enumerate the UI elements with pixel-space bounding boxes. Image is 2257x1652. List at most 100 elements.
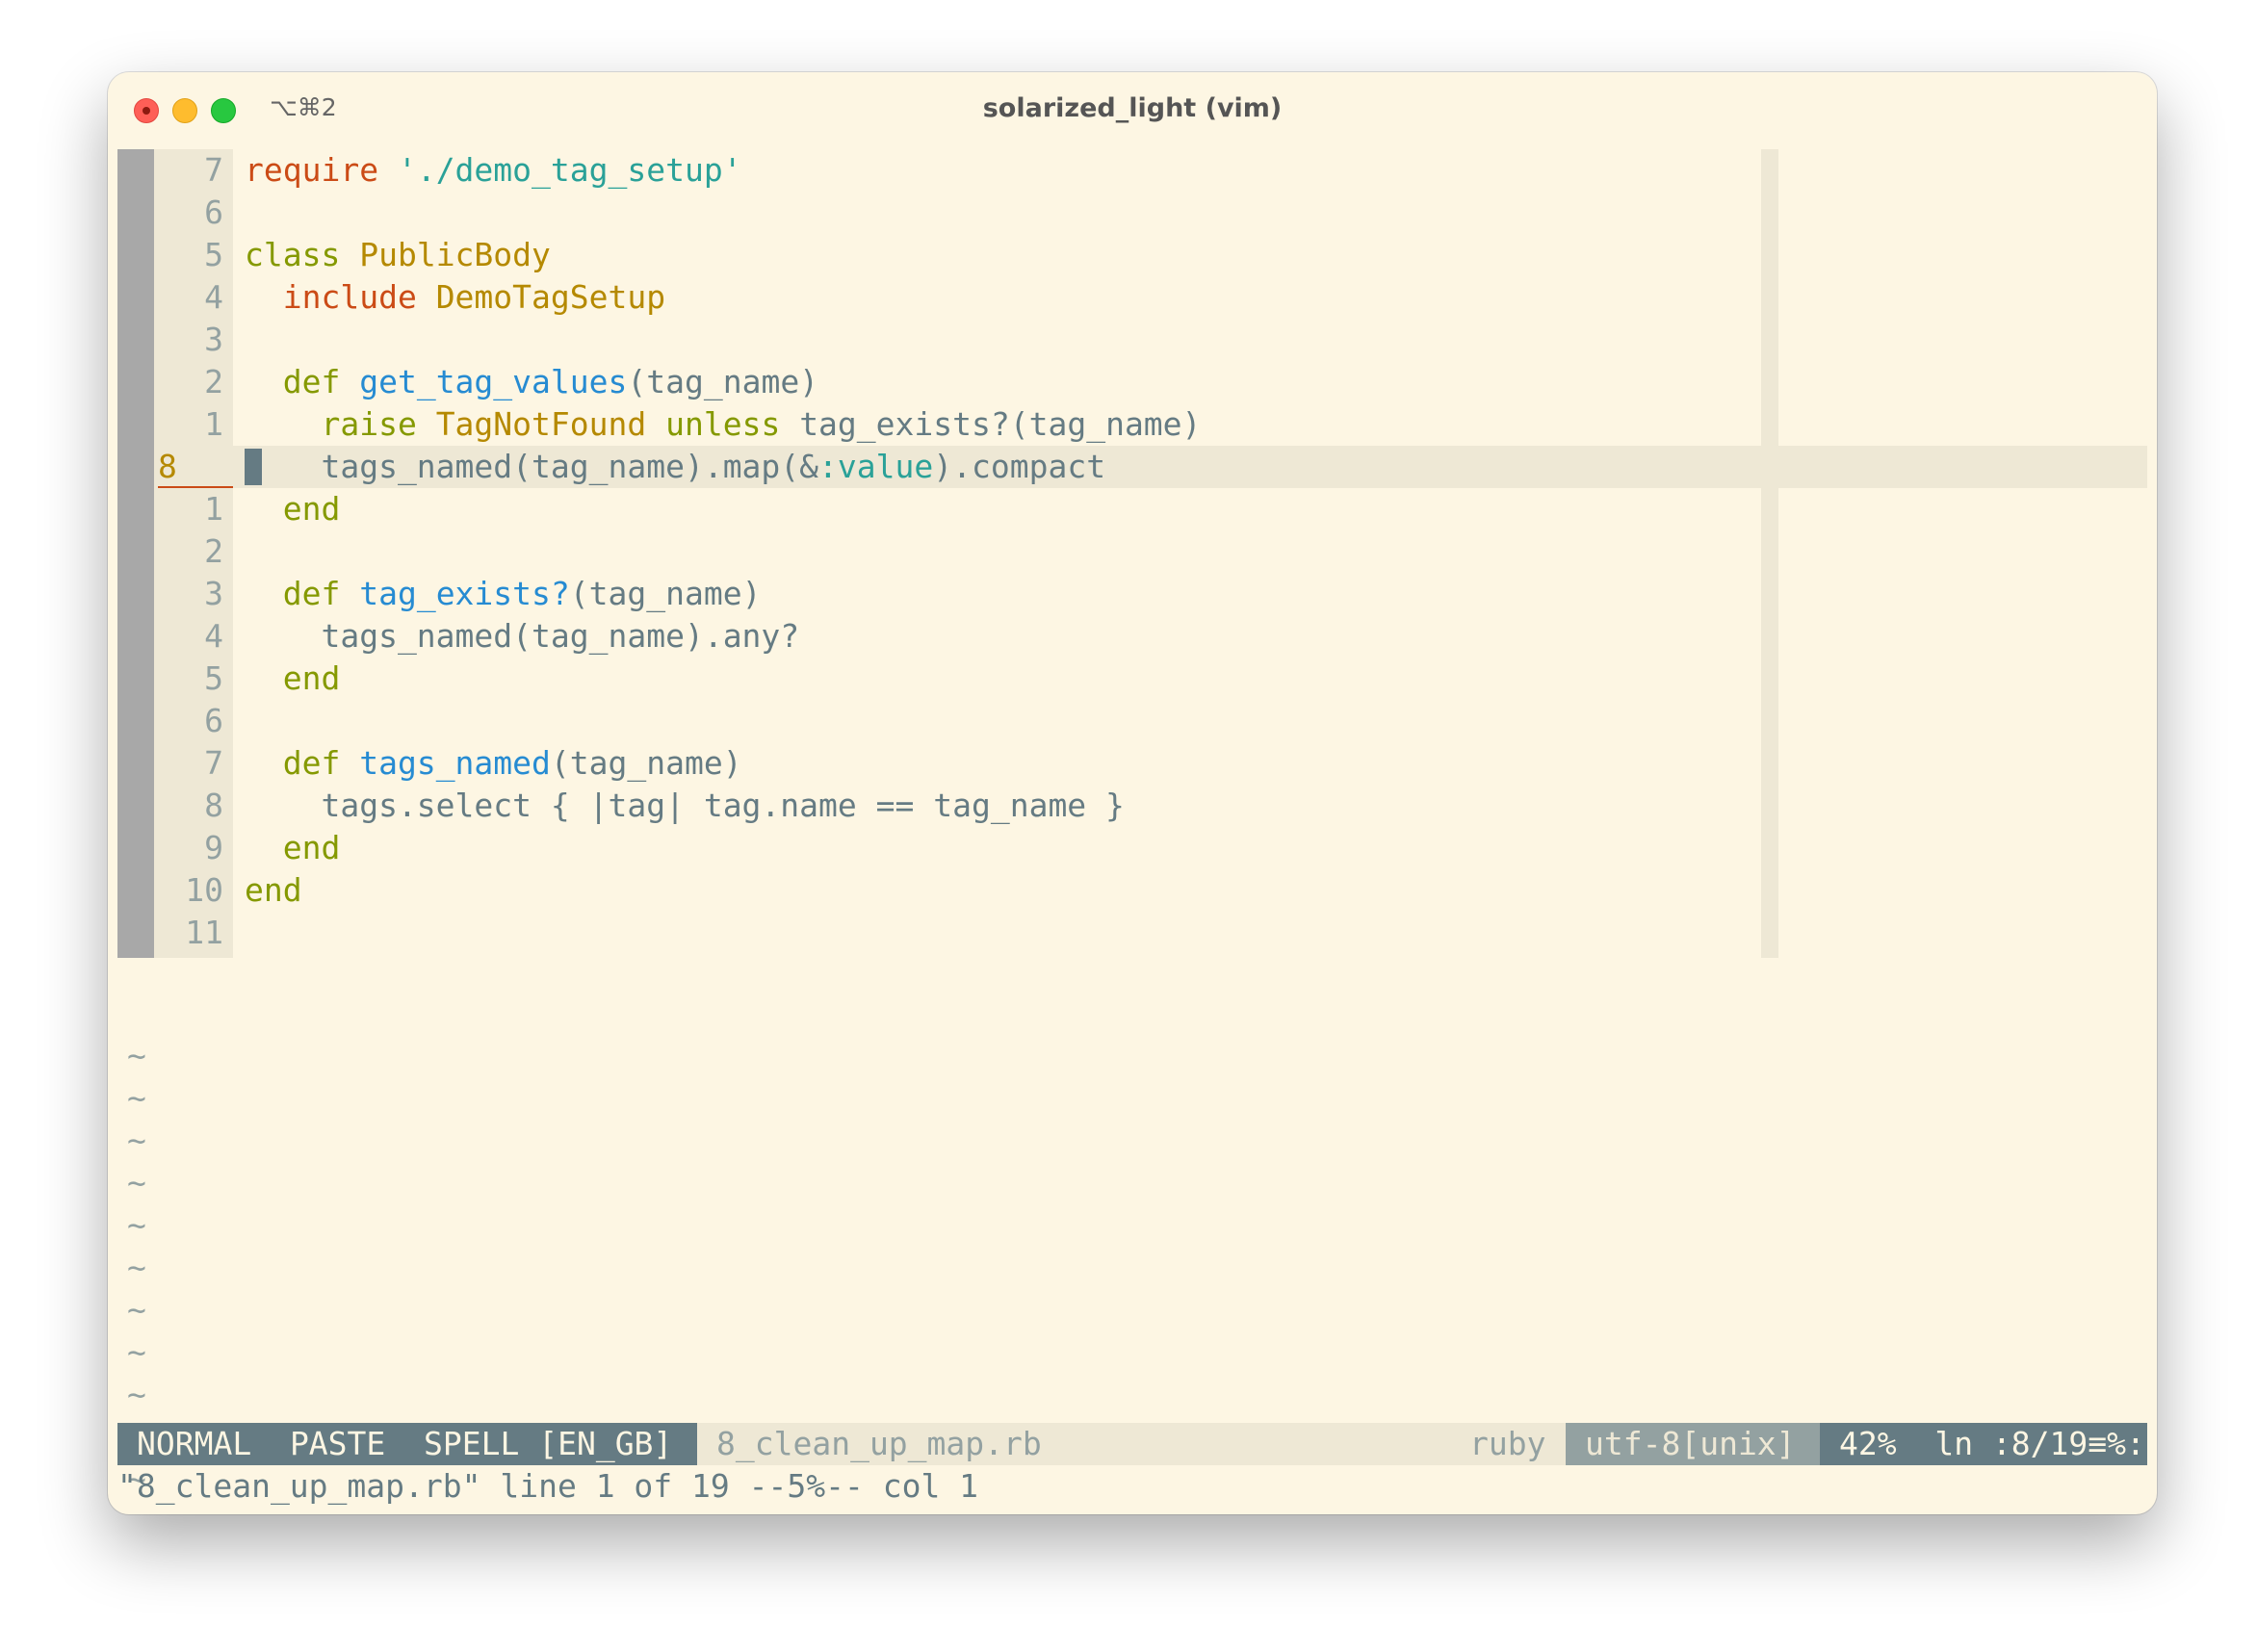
code-line[interactable]: 3 bbox=[117, 319, 2147, 361]
code-token: PublicBody bbox=[359, 236, 551, 273]
code-line[interactable]: 6 bbox=[117, 700, 2147, 742]
empty-line-marker: ~ bbox=[127, 1079, 146, 1117]
title-bar: ⌥⌘2 solarized_light (vim) bbox=[108, 72, 2157, 149]
line-number: 5 bbox=[204, 236, 223, 273]
empty-line-marker: ~ bbox=[127, 1249, 146, 1286]
empty-line-marker: ~ bbox=[127, 1122, 146, 1159]
code-token: TagNotFound bbox=[435, 405, 666, 443]
code-token: unless bbox=[665, 405, 800, 443]
status-filetype: ruby bbox=[1469, 1425, 1546, 1462]
line-text: end bbox=[245, 658, 341, 700]
empty-line-marker: ~ bbox=[127, 1291, 146, 1329]
code-token: DemoTagSetup bbox=[435, 278, 666, 316]
window-title: solarized_light (vim) bbox=[982, 93, 1283, 123]
mode-indicator: NORMAL PASTE SPELL [EN_GB] bbox=[117, 1423, 697, 1465]
code-token: tags_named bbox=[359, 744, 551, 782]
empty-line-marker: ~ bbox=[127, 1164, 146, 1201]
code-token: def bbox=[245, 744, 360, 782]
code-token: (tag_name) bbox=[627, 363, 819, 400]
code-token: raise bbox=[245, 405, 436, 443]
empty-line-marker: ~ bbox=[127, 1333, 146, 1371]
line-number: 8 bbox=[158, 446, 233, 488]
code-token: :value bbox=[818, 448, 934, 485]
line-number: 3 bbox=[204, 575, 223, 612]
code-buffer[interactable]: 7 require './demo_tag_setup' 6 5 class Publi… bbox=[117, 149, 2147, 954]
line-text: def get_tag_values(tag_name) bbox=[245, 361, 818, 403]
code-token: (tag_name) bbox=[569, 575, 762, 612]
code-token: def bbox=[245, 575, 360, 612]
code-line[interactable]: 2 def get_tag_values(tag_name) bbox=[117, 361, 2147, 403]
code-line[interactable]: 4 include DemoTagSetup bbox=[117, 276, 2147, 319]
line-number: 9 bbox=[204, 829, 223, 866]
line-number: 7 bbox=[204, 744, 223, 782]
code-line[interactable]: 1 end bbox=[117, 488, 2147, 530]
line-number: 4 bbox=[204, 617, 223, 655]
code-token: def bbox=[245, 363, 360, 400]
code-line[interactable]: 4 tags_named(tag_name).any? bbox=[117, 615, 2147, 658]
code-token: tag_exists? bbox=[359, 575, 570, 612]
line-number: 1 bbox=[204, 490, 223, 528]
line-number: 5 bbox=[204, 659, 223, 697]
code-line[interactable]: 7 def tags_named(tag_name) bbox=[117, 742, 2147, 785]
code-token: end bbox=[245, 829, 341, 866]
line-number: 4 bbox=[204, 278, 223, 316]
line-number: 2 bbox=[204, 532, 223, 570]
line-text: include DemoTagSetup bbox=[245, 276, 665, 319]
line-number: 1 bbox=[204, 405, 223, 443]
code-line[interactable]: 8 tags.select { |tag| tag.name == tag_na… bbox=[117, 785, 2147, 827]
line-number: 3 bbox=[204, 321, 223, 358]
line-text: class PublicBody bbox=[245, 234, 551, 276]
line-text: raise TagNotFound unless tag_exists?(tag… bbox=[245, 403, 1201, 446]
code-line[interactable]: 5 end bbox=[117, 658, 2147, 700]
code-token: tags_named(tag_name).map(& bbox=[245, 448, 819, 485]
code-line[interactable]: 11 bbox=[117, 912, 2147, 954]
code-token: tag_exists?(tag_name) bbox=[799, 405, 1202, 443]
code-line[interactable]: 5 class PublicBody bbox=[117, 234, 2147, 276]
status-line: NORMAL PASTE SPELL [EN_GB] 8_clean_up_ma… bbox=[117, 1423, 2157, 1465]
code-token: (tag_name) bbox=[550, 744, 742, 782]
code-token: require bbox=[245, 151, 398, 189]
line-number: 7 bbox=[204, 151, 223, 189]
code-token: end bbox=[245, 490, 341, 528]
status-filename: 8_clean_up_map.rb bbox=[716, 1425, 1042, 1462]
line-number: 10 bbox=[185, 871, 223, 909]
code-line[interactable]: 1 raise TagNotFound unless tag_exists?(t… bbox=[117, 403, 2147, 446]
line-text: tags_named(tag_name).any? bbox=[245, 615, 799, 658]
code-token: end bbox=[245, 659, 341, 697]
code-token: end bbox=[245, 871, 302, 909]
line-number: 2 bbox=[204, 363, 223, 400]
line-text: end bbox=[245, 869, 302, 912]
code-line[interactable]: 3 def tag_exists?(tag_name) bbox=[117, 573, 2147, 615]
empty-line-marker: ~ bbox=[127, 1037, 146, 1074]
code-line[interactable]: 6 bbox=[117, 192, 2147, 234]
code-token: ).compact bbox=[933, 448, 1106, 485]
code-line[interactable]: 7 require './demo_tag_setup' bbox=[117, 149, 2147, 192]
code-line[interactable]: 2 bbox=[117, 530, 2147, 573]
code-token: './demo_tag_setup' bbox=[397, 151, 742, 189]
line-number: 6 bbox=[204, 194, 223, 231]
line-text: def tag_exists?(tag_name) bbox=[245, 573, 762, 615]
code-token: get_tag_values bbox=[359, 363, 628, 400]
line-text: end bbox=[245, 827, 341, 869]
command-line[interactable]: "8_clean_up_map.rb" line 1 of 19 --5%-- … bbox=[117, 1465, 978, 1508]
code-token: class bbox=[245, 236, 360, 273]
code-token: include bbox=[245, 278, 436, 316]
line-text: end bbox=[245, 488, 341, 530]
terminal-window: ⌥⌘2 solarized_light (vim) 7 require './de… bbox=[108, 72, 2157, 1514]
status-encoding: utf-8[unix] bbox=[1566, 1423, 1820, 1465]
empty-line-marker: ~ bbox=[127, 1376, 146, 1413]
line-number: 11 bbox=[185, 914, 223, 951]
code-token: tags_named(tag_name).any? bbox=[245, 617, 800, 655]
line-text: def tags_named(tag_name) bbox=[245, 742, 742, 785]
line-number: 8 bbox=[204, 787, 223, 824]
line-text: tags_named(tag_name).map(&:value).compac… bbox=[245, 446, 1105, 488]
code-line[interactable]: 10 end bbox=[117, 869, 2147, 912]
empty-line-marker: ~ bbox=[127, 1206, 146, 1244]
code-token: tags.select { |tag| tag.name == tag_name… bbox=[245, 787, 1125, 824]
status-position: 42% ln :8/19≡%:1 bbox=[1820, 1423, 2157, 1465]
line-number: 6 bbox=[204, 702, 223, 739]
line-text: require './demo_tag_setup' bbox=[245, 149, 742, 192]
code-line[interactable]: 9 end bbox=[117, 827, 2147, 869]
code-line-current[interactable]: 8 tags_named(tag_name).map(&:value).comp… bbox=[117, 446, 2147, 488]
line-text: tags.select { |tag| tag.name == tag_name… bbox=[245, 785, 1125, 827]
